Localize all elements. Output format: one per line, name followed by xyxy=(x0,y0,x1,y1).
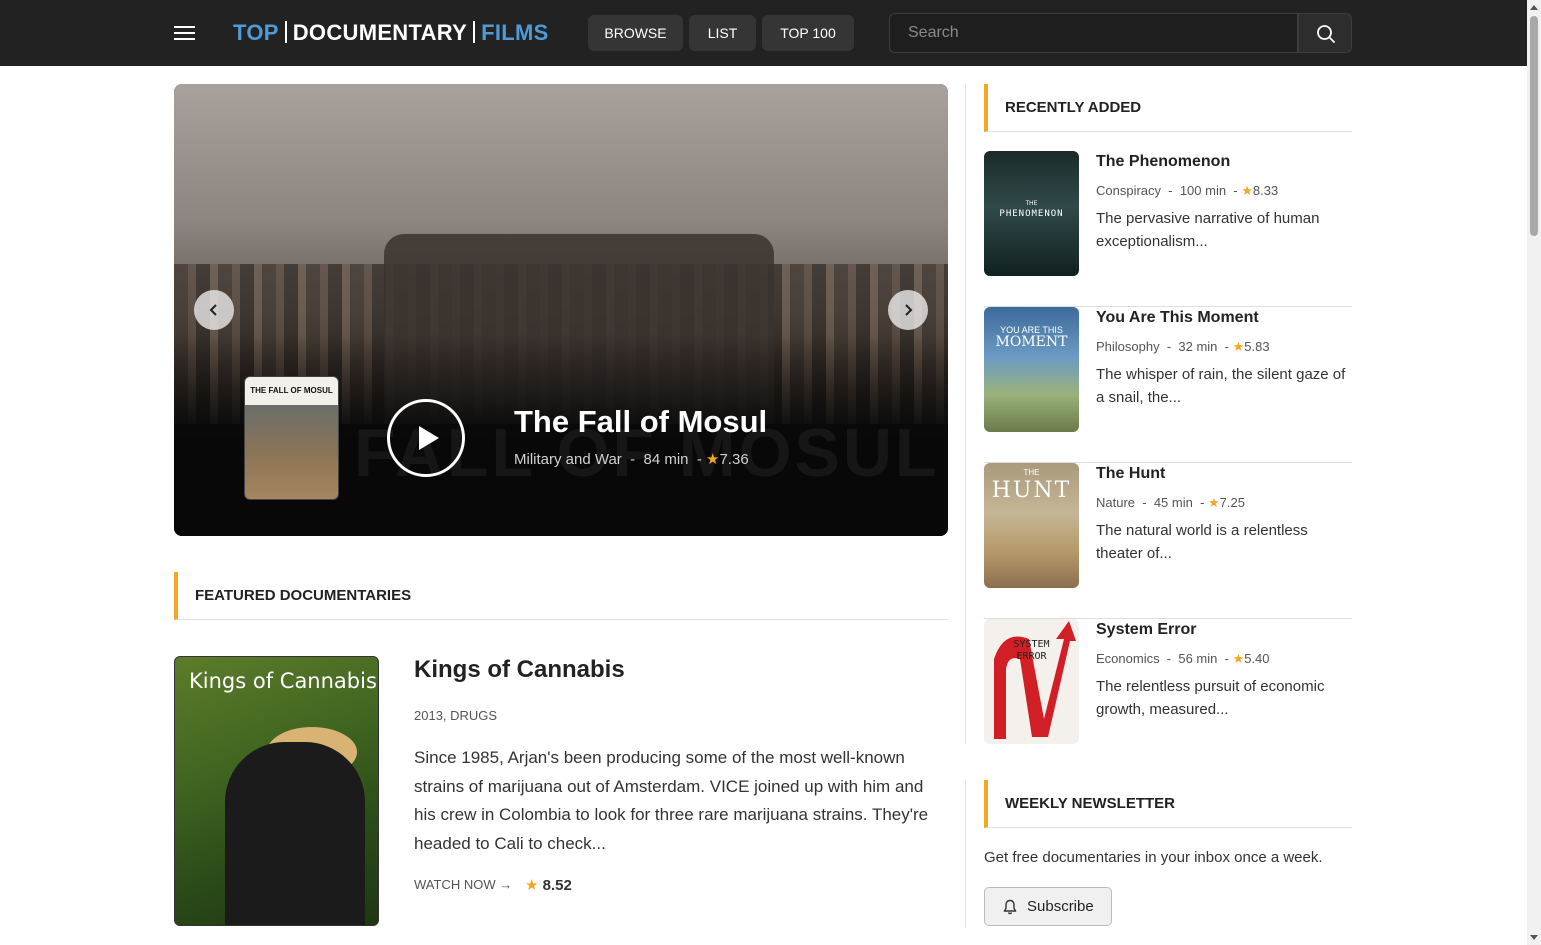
recent-item-rating: 7.25 xyxy=(1219,495,1245,510)
search-icon xyxy=(1317,25,1335,43)
nav-top100-button[interactable]: TOP 100 xyxy=(762,15,854,51)
recent-item-duration: 32 min xyxy=(1178,339,1218,354)
logo-documentary: DOCUMENTARY xyxy=(292,20,468,45)
logo-films: FILMS xyxy=(481,20,549,45)
newsletter-text: Get free documentaries in your inbox onc… xyxy=(984,849,1323,866)
featured-rating: ★ 8.52 xyxy=(525,876,572,894)
recent-item-duration: 45 min xyxy=(1153,495,1193,510)
recent-item-meta: Nature - 45 min - ★7.25 xyxy=(1096,495,1245,510)
recent-item-title[interactable]: The Hunt xyxy=(1096,465,1165,483)
hero-carousel[interactable]: FALL OF MOSUL THE FALL OF MOSUL The Fall… xyxy=(174,84,948,536)
search-input[interactable] xyxy=(889,13,1298,53)
site-logo[interactable]: TOP DOCUMENTARY FILMS xyxy=(233,19,549,47)
recent-item-title[interactable]: System Error xyxy=(1096,621,1197,639)
recent-item-rating: 5.40 xyxy=(1244,651,1270,666)
subscribe-button[interactable]: Subscribe xyxy=(984,887,1112,926)
scroll-up-icon[interactable] xyxy=(1530,5,1538,10)
recent-item-meta: Philosophy - 32 min - ★5.83 xyxy=(1096,339,1270,354)
featured-poster[interactable]: Kings of Cannabis xyxy=(174,656,379,926)
carousel-prev-button[interactable] xyxy=(194,290,234,330)
recent-section-title: RECENTLY ADDED xyxy=(1005,99,1142,116)
star-icon: ★ xyxy=(1232,339,1245,354)
recent-item-poster: SYSTEM ERROR xyxy=(984,619,1079,744)
column-divider xyxy=(965,780,966,928)
hero-poster[interactable]: THE FALL OF MOSUL xyxy=(244,376,339,500)
recent-item-rating: 5.83 xyxy=(1244,339,1270,354)
hero-title[interactable]: The Fall of Mosul xyxy=(514,404,767,440)
recent-item-duration: 100 min xyxy=(1179,183,1227,198)
chevron-left-icon xyxy=(209,304,217,316)
newsletter-section-title: WEEKLY NEWSLETTER xyxy=(1005,795,1176,812)
recent-section-header: RECENTLY ADDED xyxy=(984,84,1352,132)
top-navbar: TOP DOCUMENTARY FILMS BROWSE LIST TOP 100 xyxy=(0,0,1527,66)
nav-browse-button[interactable]: BROWSE xyxy=(588,15,683,51)
poster-label-small: THE xyxy=(1025,201,1038,207)
hero-meta: Military and War - 84 min - ★7.36 xyxy=(514,451,749,468)
star-icon: ★ xyxy=(1232,651,1245,666)
column-divider xyxy=(965,84,966,744)
featured-section-title: FEATURED DOCUMENTARIES xyxy=(195,587,412,604)
scroll-down-icon[interactable] xyxy=(1530,935,1538,940)
hero-rating: 7.36 xyxy=(719,451,749,468)
recent-item-meta: Economics - 56 min - ★5.40 xyxy=(1096,651,1270,666)
recent-item-poster: THE HUNT xyxy=(984,463,1079,588)
hero-duration: 84 min xyxy=(643,451,689,468)
recent-item-poster: YOU ARE THIS MOMENT xyxy=(984,307,1079,432)
nav-list-button[interactable]: LIST xyxy=(689,15,756,51)
hero-poster-label: THE FALL OF MOSUL xyxy=(245,377,338,405)
featured-section-header: FEATURED DOCUMENTARIES xyxy=(174,572,948,620)
hero-poster-image xyxy=(245,405,338,499)
recent-item-description: The natural world is a relentless theate… xyxy=(1096,522,1308,562)
poster-label: SYSTEM ERROR xyxy=(1013,639,1050,662)
recent-item-title[interactable]: You Are This Moment xyxy=(1096,309,1259,327)
search-button[interactable] xyxy=(1298,13,1352,53)
recent-item[interactable]: SYSTEM ERROR System Error Economics - 56… xyxy=(984,619,1352,744)
poster-arrow-graphic xyxy=(994,621,1076,739)
recent-item-duration: 56 min xyxy=(1178,651,1218,666)
featured-description: Since 1985, Arjan's been producing some … xyxy=(414,748,929,853)
recent-item-rating: 8.33 xyxy=(1252,183,1279,198)
carousel-next-button[interactable] xyxy=(888,290,928,330)
recent-item[interactable]: THE HUNT The Hunt Nature - 45 min - ★7.2… xyxy=(984,463,1352,619)
featured-rating-value: 8.52 xyxy=(542,877,572,894)
poster-label: PHENOMENON xyxy=(999,209,1064,219)
recent-item-category: Conspiracy xyxy=(1096,183,1162,198)
recent-item-title[interactable]: The Phenomenon xyxy=(1096,153,1230,171)
watch-now-link[interactable]: WATCH NOW → xyxy=(414,877,512,892)
poster-label: MOMENT xyxy=(995,334,1068,350)
poster-label: HUNT xyxy=(991,478,1072,503)
star-icon: ★ xyxy=(1208,495,1220,510)
logo-top: TOP xyxy=(233,20,279,45)
star-icon: ★ xyxy=(525,877,539,894)
hero-category: Military and War xyxy=(514,451,622,468)
recent-item-category: Philosophy xyxy=(1096,339,1160,354)
chevron-right-icon xyxy=(905,304,913,316)
recent-item[interactable]: THE PHENOMENON The Phenomenon Conspiracy… xyxy=(984,151,1352,307)
featured-title[interactable]: Kings of Cannabis xyxy=(414,656,625,684)
featured-year-category: 2013, DRUGS xyxy=(414,708,498,723)
recent-item-category: Nature xyxy=(1096,495,1136,510)
bell-icon xyxy=(1003,899,1017,915)
recent-item-description: The pervasive narrative of human excepti… xyxy=(1096,210,1320,250)
menu-icon[interactable] xyxy=(174,22,198,44)
play-button[interactable] xyxy=(387,399,465,477)
recent-item-description: The relentless pursuit of economic growt… xyxy=(1096,678,1325,718)
recent-item-meta: Conspiracy - 100 min - ★8.33 xyxy=(1096,183,1279,198)
page-scrollbar[interactable] xyxy=(1527,0,1541,945)
play-icon xyxy=(419,426,439,450)
recent-item-description: The whisper of rain, the silent gaze of … xyxy=(1096,366,1346,406)
recent-item-poster: THE PHENOMENON xyxy=(984,151,1079,276)
recent-item-category: Economics xyxy=(1096,651,1160,666)
poster-image-figure xyxy=(225,742,365,925)
newsletter-section-header: WEEKLY NEWSLETTER xyxy=(984,780,1352,828)
star-icon: ★ xyxy=(1241,183,1253,198)
featured-poster-label: Kings of Cannabis xyxy=(189,669,377,693)
recent-item[interactable]: YOU ARE THIS MOMENT You Are This Moment … xyxy=(984,307,1352,463)
poster-label-small: THE xyxy=(1023,468,1040,477)
star-icon: ★ xyxy=(706,451,720,468)
subscribe-label: Subscribe xyxy=(1027,898,1094,915)
scrollbar-thumb[interactable] xyxy=(1530,16,1538,236)
